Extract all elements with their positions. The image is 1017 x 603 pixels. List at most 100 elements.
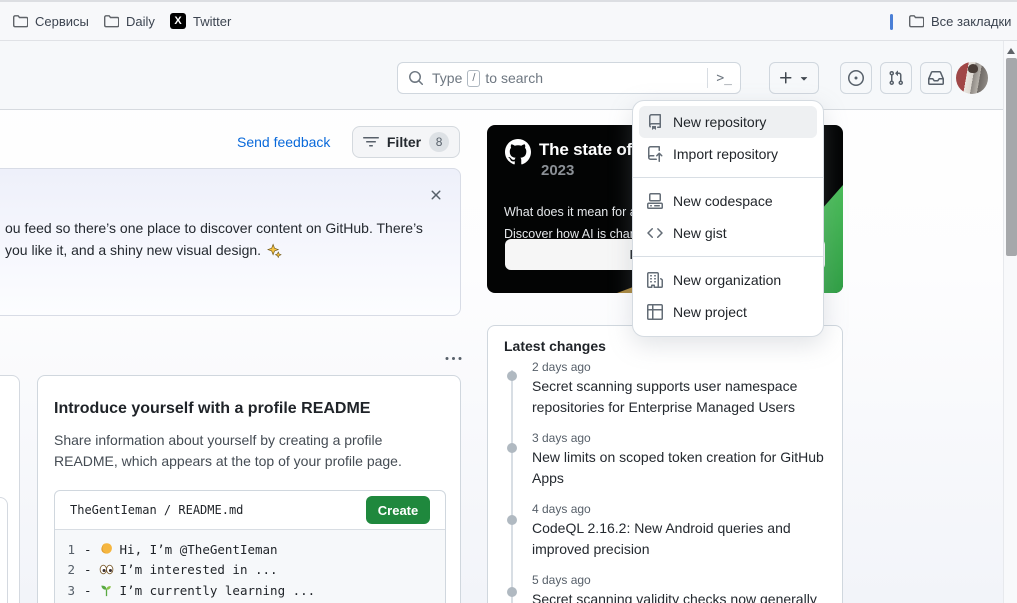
changelog-link[interactable]: CodeQL 2.16.2: New Android queries and i… — [532, 518, 828, 560]
browser-bookmarks-bar: Сервисы Daily X Twitter Все закладки — [0, 0, 1017, 41]
menu-item-new-project[interactable]: New project — [639, 296, 817, 328]
menu-item-label: New organization — [673, 272, 782, 288]
notice-line1: ou feed so there’s one place to discover… — [5, 220, 423, 236]
bookmark-label: Все закладки — [931, 13, 1012, 29]
github-dashboard-screen: Сервисы Daily X Twitter Все закладки Typ… — [0, 0, 1017, 603]
code-line: 3 - I’m currently learning ... — [65, 580, 445, 601]
code-text: I’m interested in ... — [119, 562, 278, 578]
changelog-entry: 3 days ago New limits on scoped token cr… — [532, 429, 828, 489]
notice-line2: you like it, and a shiny new visual desi… — [5, 242, 262, 258]
bookmark-folder-services[interactable]: Сервисы — [12, 13, 89, 29]
create-new-dropdown: New repository Import repository New cod… — [632, 100, 824, 337]
chevron-down-icon — [800, 77, 807, 81]
readme-code-area[interactable]: 1 - Hi, I’m @TheGentIeman 2 - I’m intere… — [55, 530, 445, 603]
changelog-entry: 4 days ago CodeQL 2.16.2: New Android qu… — [532, 500, 828, 560]
wave-emoji — [99, 542, 114, 557]
menu-item-label: New project — [673, 304, 747, 320]
code-text: I’m currently learning ... — [119, 582, 316, 598]
kebab-menu-icon[interactable] — [445, 351, 462, 367]
readme-card-title: Introduce yourself with a profile README — [54, 400, 371, 417]
organization-icon — [647, 272, 663, 288]
bookmark-twitter[interactable]: X Twitter — [170, 13, 231, 29]
plus-icon — [779, 72, 791, 84]
search-divider — [707, 68, 709, 88]
code-text: Hi, I’m @TheGentIeman — [119, 541, 278, 557]
changelog-date: 2 days ago — [532, 360, 591, 374]
menu-item-new-repository[interactable]: New repository — [639, 106, 817, 138]
bullet: - — [84, 582, 92, 598]
scrollbar-thumb[interactable] — [1005, 58, 1017, 256]
menu-item-new-codespace[interactable]: New codespace — [639, 185, 817, 217]
filter-button[interactable]: Filter 8 — [352, 126, 460, 158]
create-button[interactable]: Create — [366, 496, 430, 524]
search-input[interactable]: Type / to search >_ — [397, 62, 741, 94]
changelog-link[interactable]: New limits on scoped token creation for … — [532, 447, 828, 489]
changelog-entry: 2 days ago Secret scanning supports user… — [532, 358, 828, 418]
menu-item-label: Import repository — [673, 146, 779, 162]
folder-icon — [104, 15, 119, 28]
folder-icon — [13, 15, 28, 28]
timeline-line — [511, 370, 513, 603]
line-number: 1 — [67, 541, 75, 557]
timeline-dot — [506, 587, 517, 597]
line-number: 3 — [67, 582, 75, 598]
code-line: 1 - Hi, I’m @TheGentIeman — [65, 539, 445, 560]
scrollbar-up-arrow[interactable] — [1007, 48, 1015, 54]
sparkles-emoji — [267, 242, 282, 258]
readme-card-body: Share information about yourself by crea… — [54, 432, 402, 469]
bookmark-label: Twitter — [193, 13, 232, 29]
menu-divider — [633, 177, 823, 178]
pull-requests-button[interactable] — [880, 62, 912, 94]
send-feedback-link[interactable]: Send feedback — [237, 134, 330, 150]
menu-item-new-organization[interactable]: New organization — [639, 264, 817, 296]
git-pull-request-icon — [889, 70, 904, 86]
github-header: Type / to search >_ — [0, 41, 1017, 110]
timeline-dot — [506, 443, 517, 453]
latest-changes-title: Latest changes — [504, 338, 606, 354]
issues-button[interactable] — [840, 62, 872, 94]
readme-editor: TheGentIeman / README.md Create 1 - Hi, … — [54, 490, 446, 603]
latest-changes-card: Latest changes 2 days ago Secret scannin… — [487, 325, 843, 603]
timeline-dot — [506, 371, 517, 381]
bookmark-drop-indicator — [890, 14, 893, 30]
command-palette-icon[interactable]: >_ — [716, 71, 732, 86]
menu-item-label: New gist — [673, 225, 727, 241]
changelog-link[interactable]: Secret scanning validity checks now gene… — [532, 589, 828, 603]
inbox-button[interactable] — [920, 62, 952, 94]
changelog-entry: 5 days ago Secret scanning validity chec… — [532, 571, 828, 603]
repo-icon — [649, 114, 661, 130]
menu-item-new-gist[interactable]: New gist — [639, 217, 817, 249]
search-placeholder-prefix: Type — [432, 70, 463, 86]
menu-item-label: New repository — [673, 114, 767, 130]
stacked-card-behind-2 — [0, 497, 8, 603]
menu-item-label: New codespace — [673, 193, 773, 209]
filter-icon — [362, 137, 379, 147]
slash-key-hint: / — [467, 69, 481, 87]
issue-opened-icon — [848, 70, 864, 86]
github-logo — [505, 139, 531, 165]
bookmark-folder-daily[interactable]: Daily — [103, 13, 155, 29]
seedling-emoji — [99, 583, 114, 598]
folder-icon — [909, 15, 924, 28]
twitter-x-icon: X — [170, 13, 186, 29]
scrollbar[interactable] — [1003, 41, 1017, 603]
changelog-date: 5 days ago — [532, 573, 591, 587]
profile-readme-card: Introduce yourself with a profile README… — [37, 375, 461, 603]
menu-item-import-repository[interactable]: Import repository — [639, 138, 817, 170]
avatar[interactable] — [956, 62, 988, 94]
codespaces-icon — [647, 193, 663, 209]
bullet: - — [84, 562, 92, 578]
project-table-icon — [647, 304, 663, 320]
repo-push-icon — [648, 146, 663, 162]
search-placeholder-suffix: to search — [485, 70, 544, 86]
bookmark-folder-all-bookmarks[interactable]: Все закладки — [908, 13, 1011, 29]
inbox-icon — [928, 71, 944, 85]
bullet: - — [84, 541, 92, 557]
changelog-date: 4 days ago — [532, 502, 591, 516]
close-icon[interactable] — [428, 187, 444, 203]
line-number: 2 — [67, 562, 75, 578]
eyes-emoji — [99, 562, 114, 577]
readme-file-path: TheGentIeman / README.md — [70, 503, 244, 517]
create-new-button[interactable] — [769, 62, 819, 94]
changelog-link[interactable]: Secret scanning supports user namespace … — [532, 376, 828, 418]
